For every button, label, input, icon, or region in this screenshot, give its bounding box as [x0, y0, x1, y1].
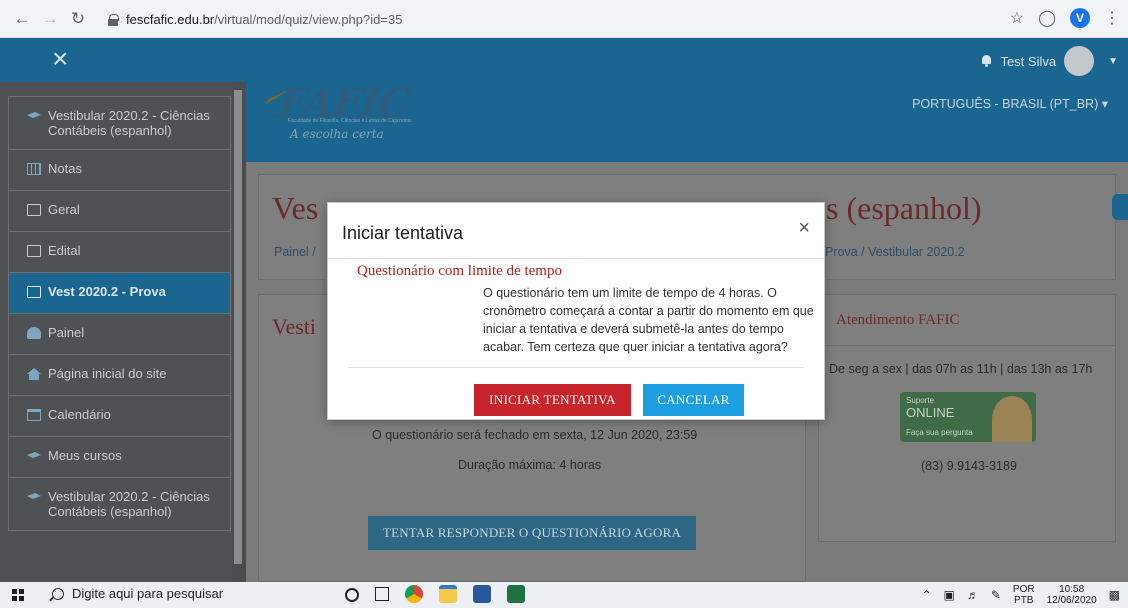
sidebar-nav: Vestibular 2020.2 - Ciências Contábeis (… [8, 96, 231, 531]
sidebar-item-calendar[interactable]: Calendário [8, 396, 231, 437]
search-icon [52, 587, 64, 600]
support-phone: (83) 9.9143-3189 [921, 459, 1017, 473]
windows-taskbar: Digite aqui para pesquisar ⌃ ▣ ♬ ✎ POR P… [0, 582, 1128, 608]
support-agent-photo [992, 396, 1032, 442]
start-attempt-button[interactable]: INICIAR TENTATIVA [474, 384, 631, 416]
avatar [1064, 46, 1095, 76]
volume-icon[interactable]: ♬ [967, 588, 979, 602]
cortana-icon[interactable] [345, 588, 359, 602]
url-path: /virtual/mod/quiz/view.php?id=35 [214, 11, 403, 27]
attempt-quiz-button[interactable]: TENTAR RESPONDER O QUESTIONÁRIO AGORA [368, 516, 696, 550]
graduation-cap-icon [27, 491, 41, 503]
star-icon[interactable]: ☆ [1010, 8, 1024, 28]
forward-icon[interactable]: → [38, 7, 62, 31]
home-icon [27, 368, 41, 380]
sidebar-item-painel[interactable]: Painel [8, 314, 231, 355]
start-attempt-dialog: Iniciar tentativa × Questionário com lim… [327, 202, 825, 420]
lock-icon [108, 13, 119, 26]
shield-icon[interactable]: ◯ [1038, 8, 1056, 28]
profile-avatar[interactable]: V [1070, 8, 1090, 28]
sidebar-item-edital[interactable]: Edital [8, 232, 231, 273]
breadcrumb[interactable]: Painel / [274, 245, 316, 259]
excel-icon[interactable] [507, 585, 525, 603]
folder-icon [27, 245, 41, 257]
task-view-icon[interactable] [375, 587, 389, 601]
close-drawer-icon[interactable]: × [52, 45, 68, 73]
cancel-button[interactable]: CANCELAR [643, 384, 744, 416]
breadcrumb-tail[interactable]: Prova / Vestibular 2020.2 [825, 245, 965, 259]
notifications-icon[interactable]: ▩ [1109, 588, 1120, 602]
taskbar-search[interactable]: Digite aqui para pesquisar [52, 586, 223, 601]
calendar-icon [27, 409, 41, 421]
top-navbar: × Test Silva ▼ [0, 38, 1128, 82]
bell-icon[interactable] [981, 55, 992, 67]
support-title: Atendimento FAFIC [836, 312, 960, 328]
user-name: Test Silva [1000, 53, 1057, 69]
sidebar-item-geral[interactable]: Geral [8, 191, 231, 232]
clock[interactable]: 10:58 12/06/2020 [1047, 584, 1097, 606]
pen-icon[interactable]: ✎ [991, 588, 1001, 602]
badge-line-1: Suporte [906, 396, 935, 405]
reload-icon[interactable]: ↻ [66, 7, 90, 31]
dialog-subtitle: Questionário com limite de tempo [357, 263, 562, 279]
sidebar-item-prova[interactable]: Vest 2020.2 - Prova [8, 273, 231, 314]
caret-down-icon: ▼ [1108, 55, 1118, 67]
close-icon[interactable]: × [798, 218, 810, 238]
table-icon [27, 163, 41, 175]
quiz-close-date: O questionário será fechado em sexta, 12… [372, 428, 698, 442]
address-bar[interactable]: fescfafic.edu.br/virtual/mod/quiz/view.p… [96, 6, 1046, 32]
quiz-title: Vesti [272, 314, 316, 339]
dialog-divider-bottom [348, 367, 804, 368]
network-icon[interactable]: ▣ [944, 588, 955, 602]
folder-icon [27, 204, 41, 216]
sidebar-item-notas[interactable]: Notas [8, 150, 231, 191]
support-hours: De seg a sex | das 07h as 11h | das 13h … [829, 362, 1093, 376]
support-divider [818, 345, 1116, 346]
badge-line-2: ONLINE [906, 405, 955, 420]
url-host: fescfafic.edu.br [126, 11, 215, 27]
windows-start-icon[interactable] [12, 589, 24, 601]
folder-icon [27, 286, 41, 298]
graduation-cap-icon [27, 450, 41, 462]
sidebar-item-my-courses[interactable]: Meus cursos [8, 437, 231, 478]
sidebar-scroll-thumb[interactable] [234, 90, 242, 564]
fafic-logo[interactable]: FAFIC Faculdade de Filosofia, Ciências e… [258, 80, 434, 146]
sidebar-item-course[interactable]: Vestibular 2020.2 - Ciências Contábeis (… [8, 96, 231, 150]
browser-toolbar: ← → ↻ fescfafic.edu.br/virtual/mod/quiz/… [0, 0, 1128, 38]
support-online-badge[interactable]: Suporte ONLINE Faça sua pergunta [900, 392, 1036, 442]
page-title: Ves [272, 190, 319, 226]
chrome-icon[interactable] [405, 585, 423, 603]
sidebar-item-course-2[interactable]: Vestibular 2020.2 - Ciências Contábeis (… [8, 478, 231, 531]
dialog-divider-top [328, 258, 824, 259]
graduation-cap-icon [27, 110, 41, 122]
user-menu[interactable]: Test Silva ▼ [981, 46, 1118, 76]
chevron-up-icon[interactable]: ⌃ [921, 588, 931, 602]
language-indicator[interactable]: POR PTB [1013, 584, 1035, 606]
dialog-message: O questionário tem um limite de tempo de… [483, 286, 814, 354]
logo-subtitle: Faculdade de Filosofia, Ciências e Letra… [288, 118, 412, 124]
back-icon[interactable]: ← [10, 7, 34, 31]
menu-icon[interactable]: ⋮ [1104, 8, 1120, 28]
sidebar-item-home[interactable]: Página inicial do site [8, 355, 231, 396]
taskbar-search-placeholder: Digite aqui para pesquisar [72, 586, 224, 601]
dialog-title: Iniciar tentativa [342, 223, 464, 243]
dashboard-icon [27, 327, 41, 339]
language-selector[interactable]: PORTUGUÊS - BRASIL (PT_BR) ▾ [912, 96, 1108, 111]
page-title-tail: s (espanhol) [826, 190, 982, 226]
logo-slogan: A escolha certa [290, 127, 384, 141]
file-explorer-icon[interactable] [439, 585, 457, 603]
quiz-duration: Duração máxima: 4 horas [458, 458, 602, 472]
word-icon[interactable] [473, 585, 491, 603]
badge-line-3: Faça sua pergunta [906, 428, 973, 437]
accessibility-tab[interactable] [1112, 194, 1128, 220]
